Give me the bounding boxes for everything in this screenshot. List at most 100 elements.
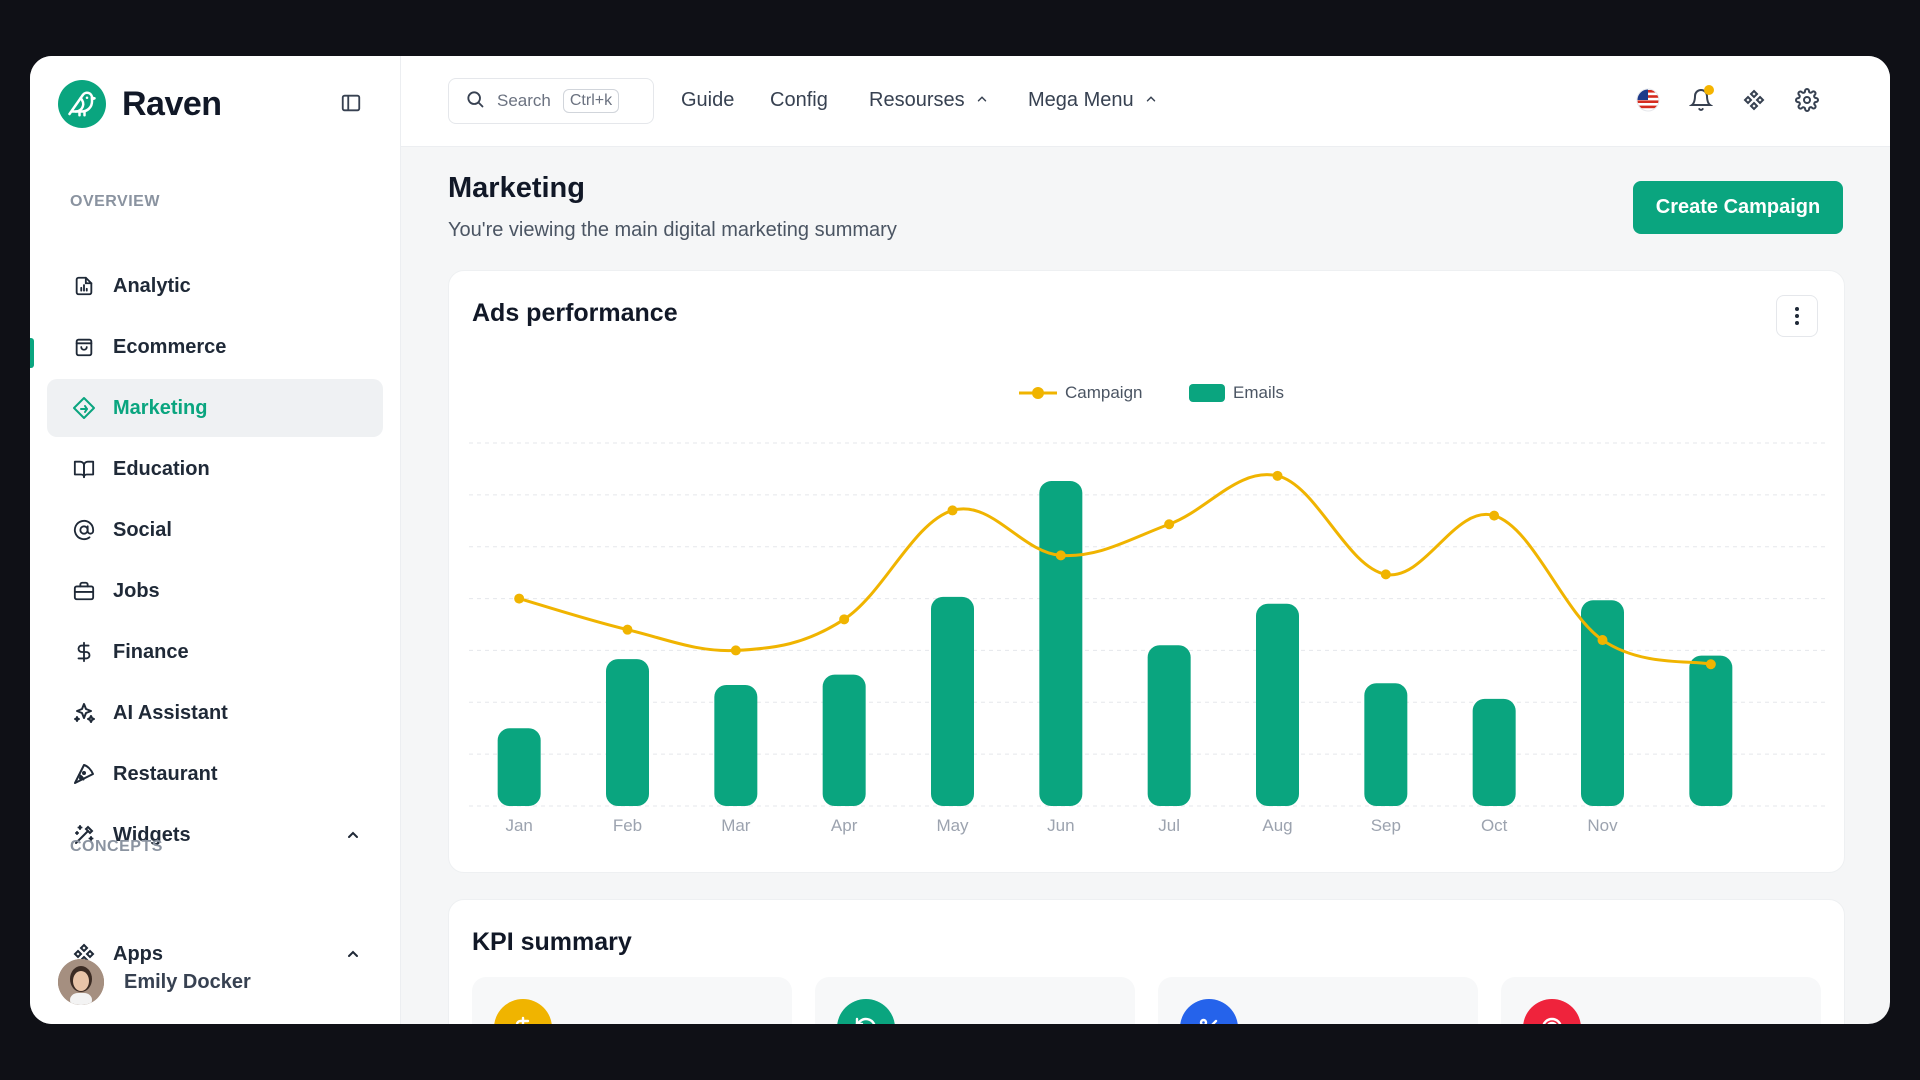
- campaign-point: [514, 593, 525, 604]
- user-profile[interactable]: Emily Docker: [58, 959, 251, 1005]
- emails-bar: [1256, 603, 1299, 806]
- shopping-bag-icon: [71, 334, 97, 360]
- at-sign-icon: [71, 517, 97, 543]
- analytic-icon: [71, 273, 97, 299]
- x-tick-label: May: [936, 816, 969, 835]
- sidebar-item-education[interactable]: Education: [47, 440, 383, 498]
- kpi-tile[interactable]: [815, 977, 1135, 1024]
- user-name: Emily Docker: [124, 970, 251, 993]
- campaign-point: [1705, 659, 1716, 670]
- topnav-resourses[interactable]: Resourses: [869, 89, 989, 112]
- avatar: [58, 959, 104, 1005]
- pizza-icon: [71, 761, 97, 787]
- section-label-concepts: CONCEPTS: [70, 838, 163, 855]
- kpi-tile[interactable]: [472, 977, 792, 1024]
- chevron-up-icon[interactable]: [345, 946, 361, 962]
- x-tick-label: Jun: [1047, 816, 1074, 835]
- book-icon: [71, 456, 97, 482]
- emails-bar: [822, 674, 866, 806]
- sidebar-collapse-icon[interactable]: [340, 92, 364, 116]
- sidebar-item-label: Marketing: [113, 396, 208, 419]
- marketing-icon: [71, 395, 97, 421]
- briefcase-icon: [71, 578, 97, 604]
- target-icon: [1523, 999, 1581, 1024]
- bell-icon[interactable]: [1687, 85, 1715, 114]
- apps-icon[interactable]: [1740, 86, 1768, 114]
- brand[interactable]: Raven: [58, 80, 222, 128]
- section-label-overview: OVERVIEW: [70, 193, 160, 210]
- chevron-up-icon: [975, 89, 989, 112]
- create-campaign-button[interactable]: Create Campaign: [1633, 181, 1843, 234]
- search-placeholder: Search: [497, 91, 551, 110]
- emails-bar: [1581, 600, 1624, 806]
- card-title: KPI summary: [472, 928, 632, 956]
- ads-performance-chart: 0k0.3k0.6k0.9k1.2k1.5k1.8k2.1kJanFebMarA…: [469, 442, 1829, 835]
- x-tick-label: Mar: [721, 816, 751, 835]
- sidebar-item-marketing[interactable]: Marketing: [47, 379, 383, 437]
- topnav-config[interactable]: Config: [770, 89, 828, 112]
- us-flag-icon[interactable]: [1634, 86, 1662, 114]
- campaign-point: [947, 505, 958, 516]
- x-tick-label: Aug: [1262, 816, 1292, 835]
- campaign-point: [1164, 519, 1175, 530]
- kpi-tile[interactable]: [1158, 977, 1478, 1024]
- search-input[interactable]: Search Ctrl+k: [448, 78, 654, 124]
- sidebar-item-jobs[interactable]: Jobs: [47, 562, 383, 620]
- sidebar-item-ecommerce[interactable]: Ecommerce: [47, 318, 383, 376]
- sidebar-item-label: Jobs: [113, 579, 160, 602]
- search-icon: [465, 89, 485, 114]
- sidebar-item-label: Ecommerce: [113, 335, 227, 358]
- kpi-tile[interactable]: [1501, 977, 1821, 1024]
- page-subtitle: You're viewing the main digital marketin…: [448, 219, 897, 241]
- campaign-point: [1380, 569, 1391, 580]
- emails-bar: [1689, 655, 1733, 806]
- page-title: Marketing: [448, 172, 585, 204]
- app-window: Raven OVERVIEW Analytic Ecommerce Market…: [30, 56, 1890, 1024]
- sidebar-item-label: AI Assistant: [113, 701, 228, 724]
- x-tick-label: Jul: [1158, 816, 1180, 835]
- topnav-label: Guide: [681, 89, 735, 111]
- active-indicator: [30, 338, 34, 368]
- sidebar-item-social[interactable]: Social: [47, 501, 383, 559]
- emails-bar: [714, 685, 758, 806]
- x-tick-label: Apr: [831, 816, 858, 835]
- x-tick-label: Oct: [1481, 816, 1508, 835]
- sidebar-item-restaurant[interactable]: Restaurant: [47, 745, 383, 803]
- campaign-point: [1055, 550, 1066, 561]
- topnav-guide[interactable]: Guide: [681, 89, 734, 112]
- sidebar: Raven OVERVIEW Analytic Ecommerce Market…: [30, 56, 401, 1024]
- refresh-icon: [837, 999, 895, 1024]
- brand-name: Raven: [122, 84, 222, 123]
- sidebar-item-finance[interactable]: Finance: [47, 623, 383, 681]
- topnav-label: Resourses: [869, 89, 965, 111]
- sidebar-item-label: Analytic: [113, 274, 191, 297]
- sidebar-item-analytic[interactable]: Analytic: [47, 257, 383, 315]
- emails-bar: [1364, 683, 1408, 806]
- topnav-mega-menu[interactable]: Mega Menu: [1028, 89, 1158, 112]
- notification-dot: [1704, 85, 1714, 95]
- dollar-icon: [71, 639, 97, 665]
- topnav-label: Mega Menu: [1028, 89, 1134, 111]
- campaign-point: [839, 614, 850, 625]
- gear-icon[interactable]: [1793, 86, 1821, 114]
- dollar-icon: [494, 999, 552, 1024]
- x-tick-label: Nov: [1587, 816, 1618, 835]
- emails-bar: [931, 596, 974, 806]
- campaign-point: [622, 624, 633, 635]
- emails-bar: [606, 659, 649, 806]
- sidebar-item-label: Finance: [113, 640, 189, 663]
- chevron-up-icon[interactable]: [345, 827, 361, 843]
- campaign-point: [730, 645, 741, 656]
- kpi-summary-card: KPI summary: [448, 899, 1845, 1024]
- campaign-point: [1272, 470, 1283, 481]
- main-content: Search Ctrl+k Guide Config Resourses Meg…: [401, 56, 1890, 1024]
- topbar: Search Ctrl+k Guide Config Resourses Meg…: [401, 56, 1890, 147]
- raven-logo-icon: [58, 80, 106, 128]
- sidebar-item-ai-assistant[interactable]: AI Assistant: [47, 684, 383, 742]
- emails-bar: [1147, 645, 1191, 806]
- sparkles-icon: [71, 700, 97, 726]
- campaign-point: [1597, 635, 1608, 646]
- search-shortcut: Ctrl+k: [562, 89, 620, 113]
- ads-performance-card: Ads performance Campaign Emails 0k0.3k0.…: [448, 270, 1845, 873]
- topnav-label: Config: [770, 89, 828, 111]
